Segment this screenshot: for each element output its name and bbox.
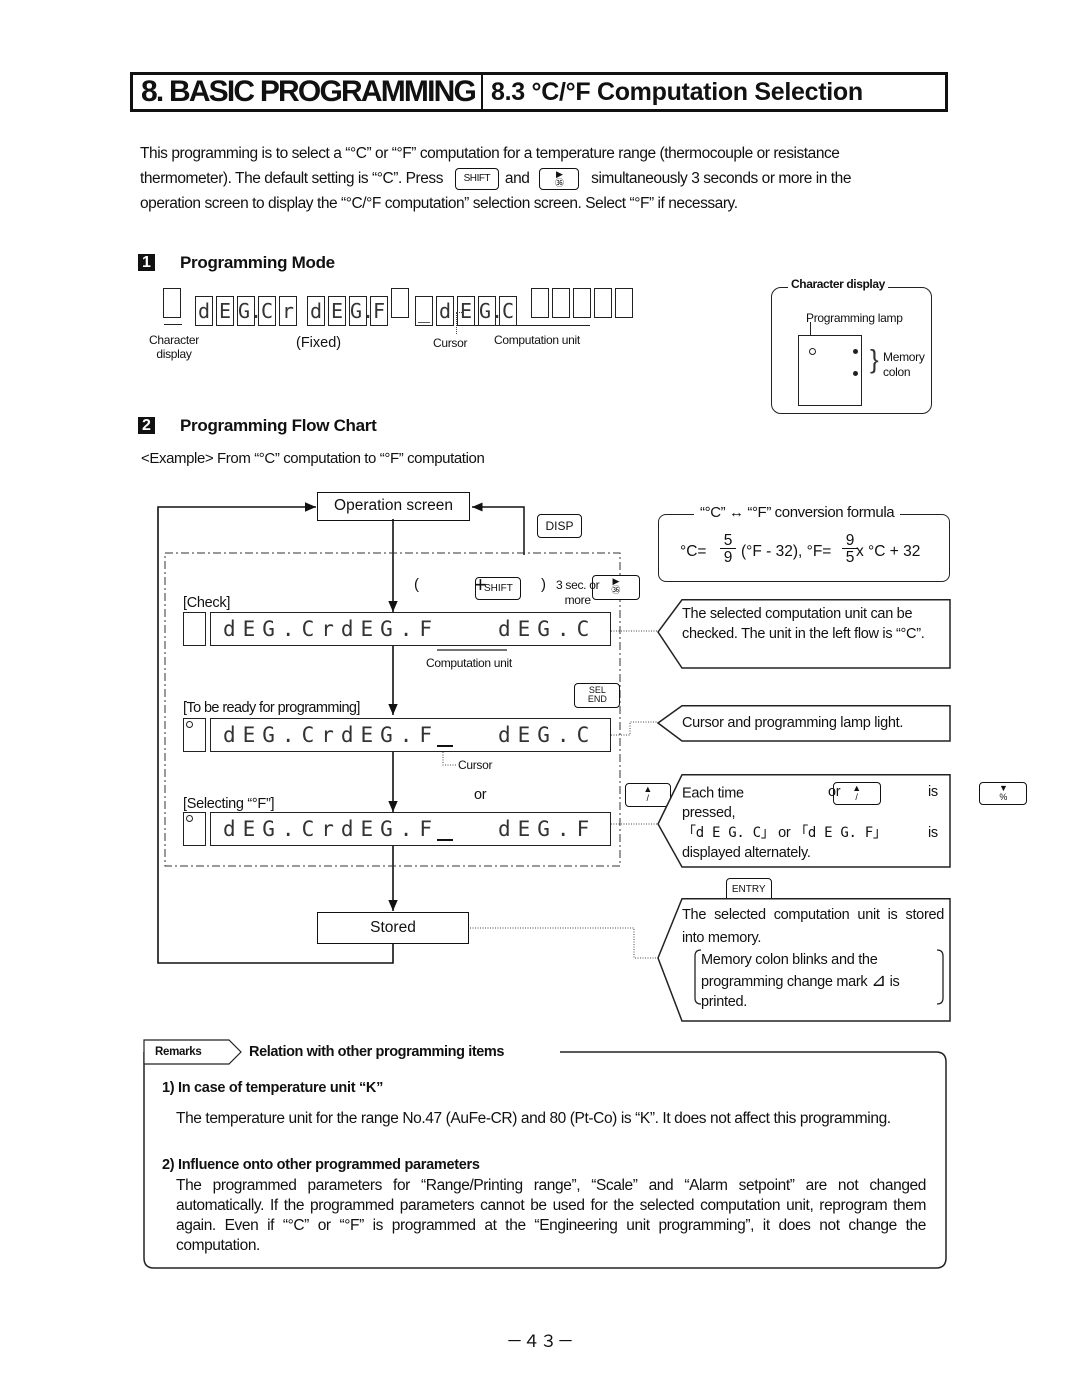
page-number: －４３－: [506, 1332, 574, 1352]
remarks-item-1-body: The temperature unit for the range No.47…: [176, 1110, 891, 1127]
remarks-title: Relation with other programming items: [249, 1044, 505, 1060]
remarks-item-1-heading: 1) In case of temperature unit “K”: [162, 1080, 384, 1096]
remarks-item-2-heading: 2) Influence onto other programmed param…: [162, 1157, 480, 1173]
remarks-item-2-body: The programmed parameters for “Range/Pri…: [176, 1177, 926, 1254]
remarks-tag: Remarks: [155, 1046, 202, 1058]
